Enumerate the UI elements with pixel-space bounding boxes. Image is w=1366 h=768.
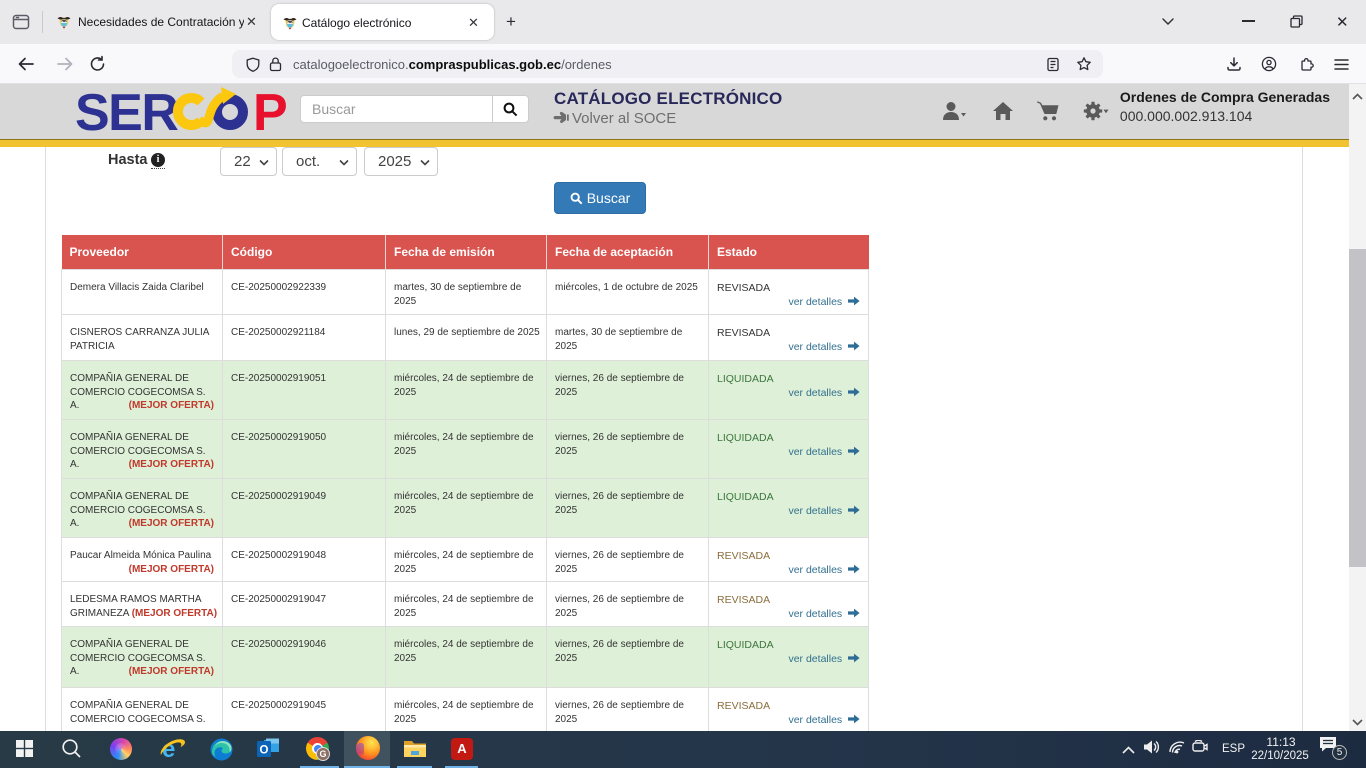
- svg-text:O: O: [260, 745, 269, 757]
- svg-text:P: P: [253, 84, 288, 140]
- svg-text:SER: SER: [75, 84, 178, 140]
